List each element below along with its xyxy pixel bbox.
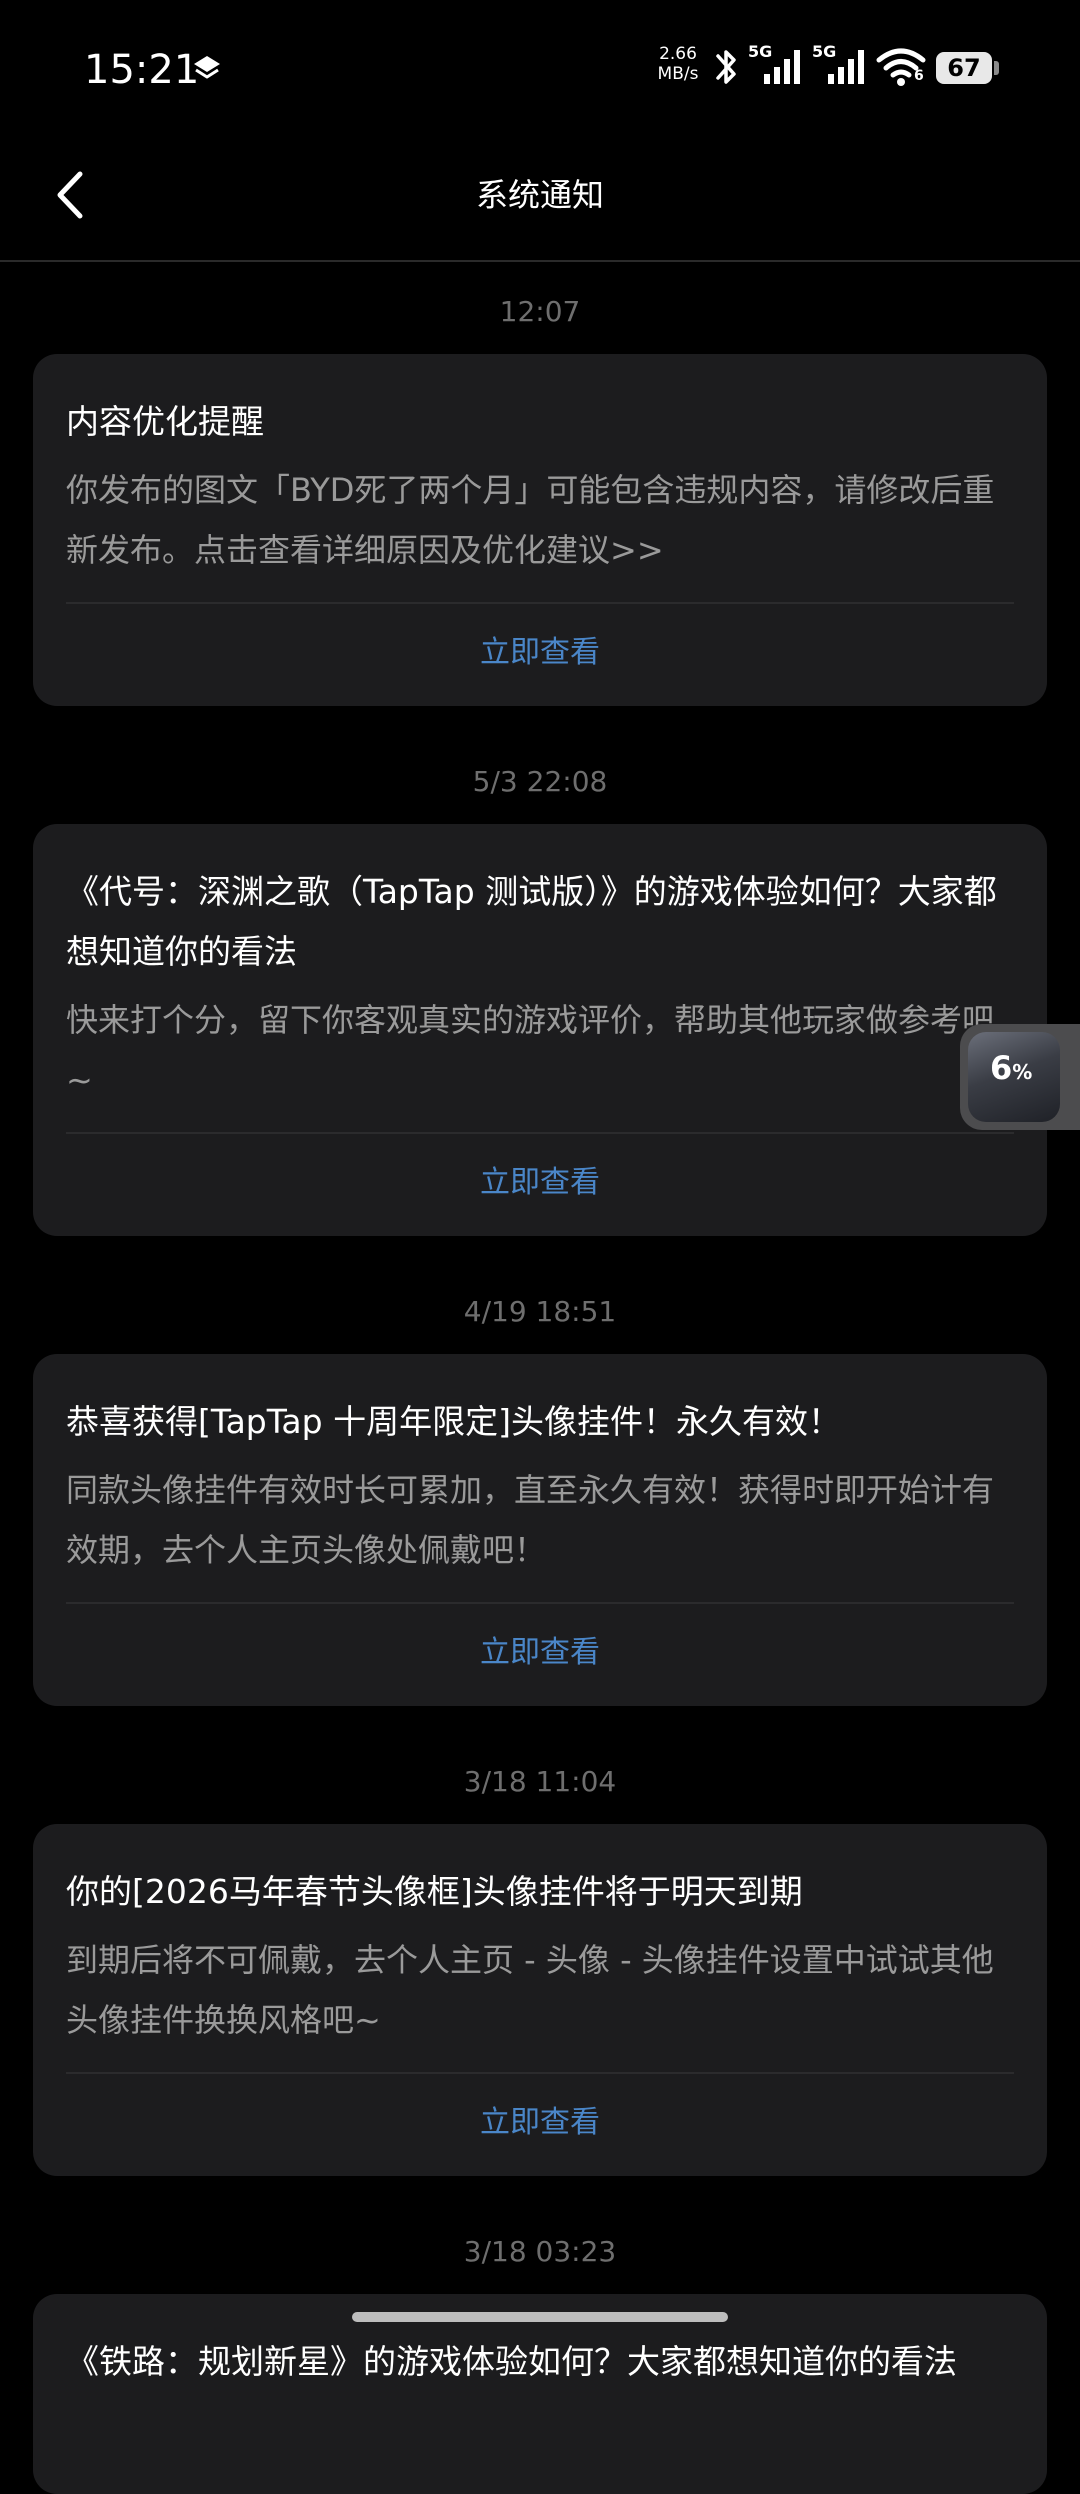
wifi-label: 6 [914, 68, 924, 84]
view-now-button[interactable]: 立即查看 [66, 2074, 1014, 2176]
home-indicator[interactable] [352, 2312, 728, 2322]
view-now-button[interactable]: 立即查看 [66, 604, 1014, 706]
notification-time: 3/18 11:04 [463, 1765, 617, 1798]
notification-time: 3/18 03:23 [463, 2235, 617, 2268]
notification-card[interactable]: 《代号：深渊之歌（TapTap 测试版）》的游戏体验如何？大家都想知道你的看法 … [33, 824, 1047, 1236]
status-bar: 15:21 2.66 MB/s 5G 5G 6 67 [0, 0, 1080, 130]
battery-cap [994, 61, 999, 75]
bluetooth-icon [716, 50, 736, 84]
notification-body: 快来打个分，留下你客观真实的游戏评价，帮助其他玩家做参考吧 ~ [66, 1001, 995, 1099]
notification-title: 内容优化提醒 [66, 402, 264, 441]
notification-body: 同款头像挂件有效时长可累加，直至永久有效！获得时即开始计有效期，去个人主页头像处… [66, 1471, 995, 1569]
notification-time: 12:07 [499, 295, 581, 328]
net-speed: 2.66 MB/s [652, 44, 704, 84]
notification-title: 恭喜获得[TapTap 十周年限定]头像挂件！永久有效！ [66, 1402, 841, 1441]
floating-progress-widget[interactable]: 6% [960, 1024, 1080, 1130]
progress-percent: 6% [990, 1046, 1032, 1094]
notification-title: 你的[2026马年春节头像框]头像挂件将于明天到期 [66, 1872, 803, 1911]
notification-card[interactable]: 恭喜获得[TapTap 十周年限定]头像挂件！永久有效！ 同款头像挂件有效时长可… [33, 1354, 1047, 1706]
notification-time: 5/3 22:08 [472, 765, 608, 798]
signal-icon-1 [764, 50, 800, 84]
layers-icon [194, 56, 220, 79]
notification-body: 你发布的图文「BYD死了两个月」可能包含违规内容，请修改后重新发布。点击查看详细… [66, 471, 995, 569]
progress-value: 6 [990, 1049, 1013, 1087]
battery-icon: 67 [936, 52, 992, 84]
status-time: 15:21 [84, 47, 200, 93]
net-speed-value: 2.66 [659, 44, 697, 64]
nav-bar: 系统通知 [0, 130, 1080, 262]
view-now-button[interactable]: 立即查看 [66, 1604, 1014, 1706]
view-now-button[interactable]: 立即查看 [66, 1134, 1014, 1236]
page-title: 系统通知 [475, 176, 604, 214]
notification-card[interactable]: 内容优化提醒 你发布的图文「BYD死了两个月」可能包含违规内容，请修改后重新发布… [33, 354, 1047, 706]
notification-card[interactable]: 《铁路：规划新星》的游戏体验如何？大家都想知道你的看法 [33, 2294, 1047, 2494]
notification-card[interactable]: 你的[2026马年春节头像框]头像挂件将于明天到期 到期后将不可佩戴，去个人主页… [33, 1824, 1047, 2176]
notification-title: 《铁路：规划新星》的游戏体验如何？大家都想知道你的看法 [66, 2342, 957, 2381]
net-speed-unit: MB/s [657, 64, 699, 84]
signal-icon-2 [828, 50, 864, 84]
notification-body: 到期后将不可佩戴，去个人主页 - 头像 - 头像挂件设置中试试其他头像挂件换换风… [66, 1941, 994, 2039]
notification-title: 《代号：深渊之歌（TapTap 测试版）》的游戏体验如何？大家都想知道你的看法 [66, 872, 997, 971]
notification-feed[interactable]: 12:07 内容优化提醒 你发布的图文「BYD死了两个月」可能包含违规内容，请修… [0, 262, 1080, 2494]
progress-unit: % [1012, 1060, 1033, 1084]
notification-time: 4/19 18:51 [463, 1295, 617, 1328]
